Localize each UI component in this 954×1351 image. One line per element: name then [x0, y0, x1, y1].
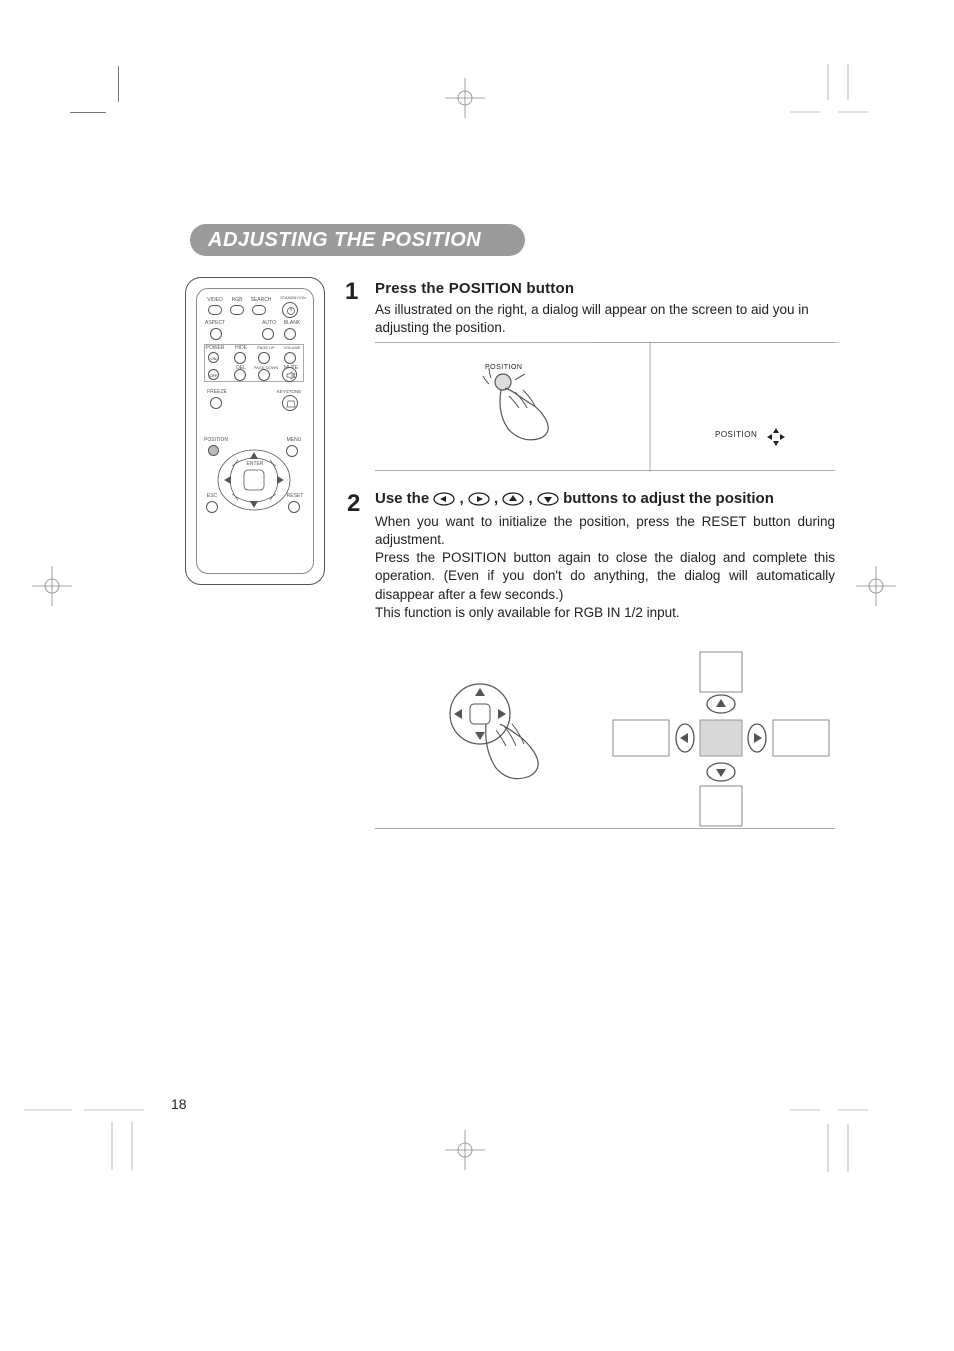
dpad-icon [216, 442, 292, 518]
screen-dialog-illustration [590, 342, 840, 472]
remote-button [234, 369, 246, 381]
remote-button [234, 352, 246, 364]
btn-label: FREEZE [206, 390, 228, 395]
btn-label: POWER [204, 346, 226, 351]
remote-button [262, 328, 274, 340]
remote-button: OFF [208, 369, 219, 380]
step-heading: Press the POSITION button [375, 280, 835, 297]
btn-label: PAGE UP [254, 346, 278, 350]
remote-button [208, 305, 222, 315]
btn-label: ASPECT [204, 321, 226, 326]
remote-button [252, 305, 266, 315]
position-arrows-icon [765, 426, 787, 448]
screen-position-label: POSITION [715, 430, 757, 439]
divider [375, 470, 835, 471]
btn-label: HIDE [232, 346, 250, 351]
remote-button [230, 305, 244, 315]
sep: , [455, 490, 468, 507]
step-body-3: This function is only available for RGB … [375, 604, 835, 622]
remote-button [210, 397, 222, 409]
btn-label: RGB [228, 298, 246, 303]
section-title: ADJUSTING THE POSITION [190, 224, 525, 256]
remote-button [258, 352, 270, 364]
btn-label: ESC [204, 494, 220, 499]
divider [375, 828, 835, 829]
btn-label: KEYSTONE [274, 390, 304, 395]
page-number: 18 [171, 1096, 187, 1112]
down-button-icon [537, 492, 559, 506]
right-button-icon [468, 492, 490, 506]
btn-label: AUTO [260, 321, 278, 326]
step-number: 1 [345, 278, 358, 306]
reset-button [288, 501, 300, 513]
remote-button [284, 352, 296, 364]
step-body-1: When you want to initialize the position… [375, 513, 835, 549]
btn-label: VOLUME [280, 346, 304, 350]
page-content: ADJUSTING THE POSITION VIDEO RGB SEARCH … [75, 60, 879, 1291]
btn-label: BLANK [282, 321, 302, 326]
btn-label: VIDEO [206, 298, 224, 303]
press-position-illustration: POSITION [445, 360, 605, 450]
esc-button [206, 501, 218, 513]
sep: , [490, 490, 503, 507]
head-pre: Use the [375, 490, 433, 507]
remote-button [210, 328, 222, 340]
step-1: Press the POSITION button As illustrated… [375, 280, 835, 337]
press-dpad-illustration [420, 668, 580, 798]
registration-mark-icon [32, 566, 72, 606]
mute-button [282, 367, 297, 382]
btn-label: SEARCH [250, 298, 272, 303]
remote-button [282, 302, 298, 318]
remote-button [284, 328, 296, 340]
left-button-icon [433, 492, 455, 506]
up-button-icon [502, 492, 524, 506]
btn-label: STANDBY/ON [278, 296, 308, 300]
sep: , [524, 490, 537, 507]
step-body-2: Press the POSITION button again to close… [375, 549, 835, 604]
remote-button: ON [208, 352, 219, 363]
remote-button [258, 369, 270, 381]
remote-control-illustration: VIDEO RGB SEARCH STANDBY/ON ASPECT AUTO … [185, 277, 325, 585]
step-number: 2 [347, 490, 360, 518]
position-grid-illustration [605, 648, 835, 828]
illus-label: POSITION [485, 364, 522, 371]
head-post: buttons to adjust the position [563, 490, 774, 507]
btn-label: RESET [284, 494, 306, 499]
step-2: Use the , , , buttons to adjust the posi… [375, 490, 835, 622]
step-heading: Use the , , , buttons to adjust the posi… [375, 490, 835, 509]
keystone-button [282, 395, 298, 411]
step-body: As illustrated on the right, a dialog wi… [375, 301, 835, 337]
